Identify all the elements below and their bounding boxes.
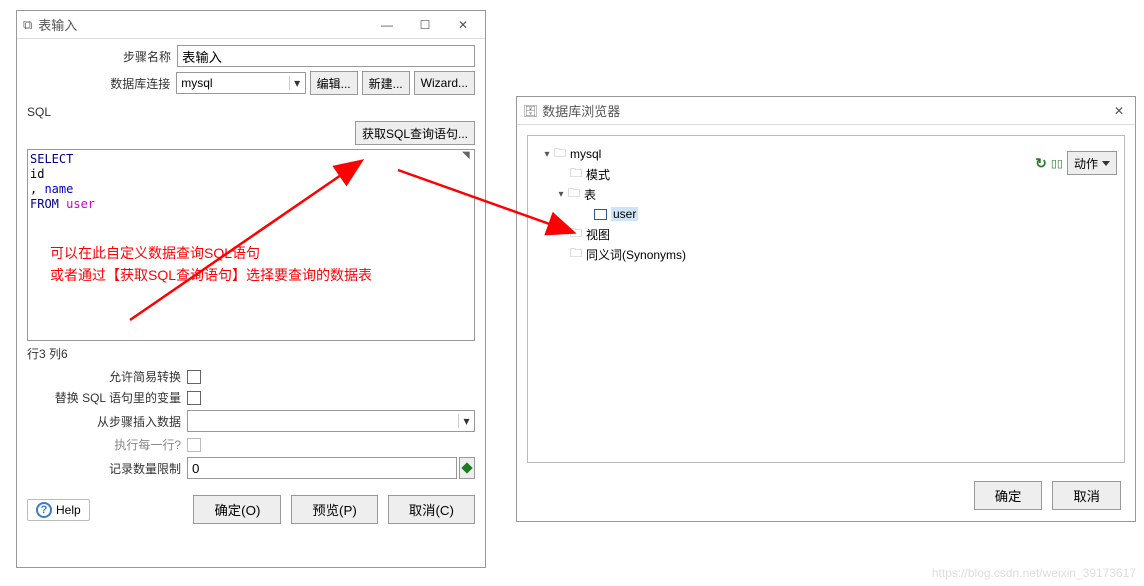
edit-connection-button[interactable]: 编辑... (310, 71, 358, 95)
db-browser-dialog: 🗄 数据库浏览器 ✕ ↻ ▯▯ 动作 ▾ 🗀 mysql 🗀 模式 ▾ 🗀 (516, 96, 1136, 522)
step-name-label: 步骤名称 (27, 48, 177, 65)
chevron-down-icon: ▾ (458, 414, 474, 428)
app-icon: ⧉ (23, 17, 32, 33)
dialog-title: 表输入 (38, 15, 377, 34)
diamond-icon (461, 462, 472, 473)
help-icon: ? (36, 502, 52, 518)
ok-button[interactable]: 确定(O) (193, 495, 281, 524)
scroll-indicator-icon: ◥ (462, 150, 474, 162)
collapse-icon: ▾ (556, 189, 566, 200)
tree-node-user-table[interactable]: user (538, 204, 1114, 224)
exec-each-checkbox (187, 438, 201, 452)
sql-content: SELECT id , name FROM user (28, 150, 474, 214)
new-connection-button[interactable]: 新建... (362, 71, 410, 95)
limit-label: 记录数量限制 (27, 460, 187, 477)
tree-node-schema[interactable]: 🗀 模式 (538, 164, 1114, 184)
minimize-button[interactable]: — (377, 18, 397, 32)
exec-each-label: 执行每一行? (27, 436, 187, 453)
titlebar: 🗄 数据库浏览器 ✕ (517, 97, 1135, 125)
help-button[interactable]: ? Help (27, 499, 90, 521)
from-step-select[interactable]: ▾ (187, 410, 475, 432)
sql-editor[interactable]: ◥ SELECT id , name FROM user 可以在此自定义数据查询… (27, 149, 475, 341)
titlebar: ⧉ 表输入 — ☐ ✕ (17, 11, 485, 39)
sql-label: SQL (17, 101, 485, 119)
variable-picker-button[interactable] (459, 457, 475, 479)
maximize-button[interactable]: ☐ (415, 18, 435, 32)
cancel-button[interactable]: 取消(C) (388, 495, 475, 524)
close-button[interactable]: ✕ (453, 18, 473, 32)
folder-icon: 🗀 (568, 184, 580, 205)
dialog-title: 数据库浏览器 (542, 101, 1109, 120)
allow-simple-label: 允许简易转换 (27, 368, 187, 385)
connection-select[interactable]: mysql ▾ (176, 72, 305, 94)
table-icon (594, 209, 607, 220)
preview-button[interactable]: 预览(P) (291, 495, 377, 524)
db-tree[interactable]: ▾ 🗀 mysql 🗀 模式 ▾ 🗀 表 user 🗀 视图 (527, 135, 1125, 463)
from-step-label: 从步骤插入数据 (27, 413, 187, 430)
chevron-down-icon: ▾ (289, 76, 305, 90)
folder-icon: 🗀 (570, 224, 582, 245)
folder-icon: 🗀 (554, 144, 566, 165)
collapse-icon: ▾ (542, 149, 552, 160)
replace-var-label: 替换 SQL 语句里的变量 (27, 389, 187, 406)
tree-node-mysql[interactable]: ▾ 🗀 mysql (538, 144, 1114, 164)
ok-button[interactable]: 确定 (974, 481, 1043, 510)
allow-simple-checkbox[interactable] (187, 370, 201, 384)
close-button[interactable]: ✕ (1109, 104, 1129, 118)
folder-icon: 🗀 (570, 244, 582, 265)
connection-value: mysql (177, 76, 288, 90)
tree-node-tables[interactable]: ▾ 🗀 表 (538, 184, 1114, 204)
folder-icon: 🗀 (570, 164, 582, 185)
limit-input[interactable] (187, 457, 457, 479)
tree-node-synonyms[interactable]: 🗀 同义词(Synonyms) (538, 244, 1114, 264)
status-bar: 行3 列6 (17, 341, 485, 366)
wizard-button[interactable]: Wizard... (414, 71, 475, 95)
replace-var-checkbox[interactable] (187, 391, 201, 405)
tree-node-views[interactable]: 🗀 视图 (538, 224, 1114, 244)
watermark: https://blog.csdn.net/weixin_39173617 (932, 566, 1136, 580)
connection-label: 数据库连接 (27, 75, 176, 92)
get-sql-button[interactable]: 获取SQL查询语句... (355, 121, 475, 145)
database-icon: 🗄 (523, 104, 538, 118)
step-name-input[interactable] (177, 45, 475, 67)
annotation-text: 可以在此自定义数据查询SQL语句 或者通过【获取SQL查询语句】选择要查询的数据… (50, 242, 372, 286)
table-input-dialog: ⧉ 表输入 — ☐ ✕ 步骤名称 数据库连接 mysql ▾ 编辑... 新建.… (16, 10, 486, 568)
cancel-button[interactable]: 取消 (1052, 481, 1121, 510)
